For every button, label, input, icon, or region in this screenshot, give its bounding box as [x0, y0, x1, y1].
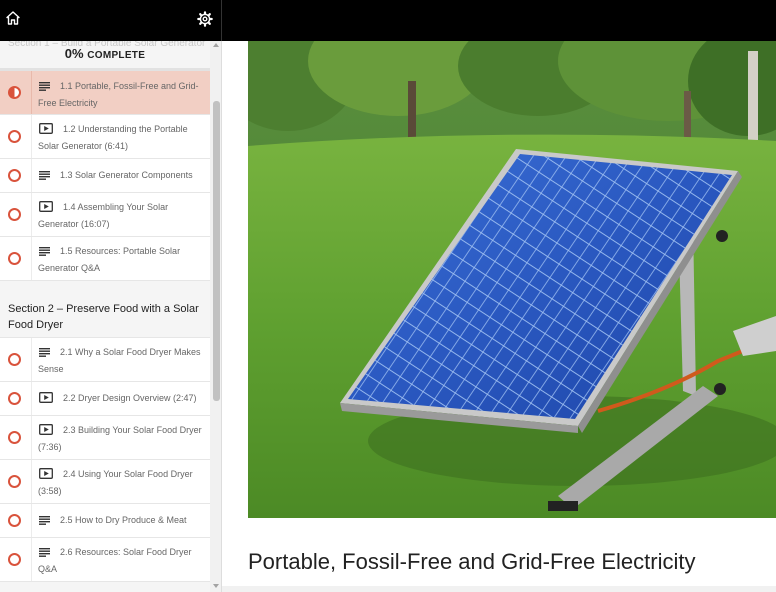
lecture-item-1-3[interactable]: 1.3 Solar Generator Components — [0, 159, 210, 193]
lecture-title: 2.4 Using Your Solar Food Dryer (3:58) — [38, 468, 193, 496]
not-started-status-icon — [8, 252, 21, 265]
sidebar-header — [0, 0, 222, 41]
lecture-title: 2.6 Resources: Solar Food Dryer Q&A — [38, 547, 192, 574]
top-bar — [0, 0, 776, 41]
lecture-item-2-1[interactable]: 2.1 Why a Solar Food Dryer Makes Sense — [0, 338, 210, 382]
progress-percent: 0% — [64, 46, 84, 61]
lecture-content: Portable, Fossil-Free and Grid-Free Elec… — [222, 41, 776, 592]
lecture-item-1-5[interactable]: 1.5 Resources: Portable Solar Generator … — [0, 237, 210, 281]
sidebar-scrollbar[interactable] — [210, 41, 221, 592]
progress-bar — [0, 68, 210, 71]
lecture-item-2-3[interactable]: 2.3 Building Your Solar Food Dryer (7:36… — [0, 416, 210, 460]
gear-icon[interactable] — [197, 11, 213, 27]
lecture-item-1-4[interactable]: 1.4 Assembling Your Solar Generator (16:… — [0, 193, 210, 237]
lecture-item-1-1[interactable]: 1.1 Portable, Fossil-Free and Grid-Free … — [0, 71, 210, 115]
lecture-title: 1.1 Portable, Fossil-Free and Grid-Free … — [38, 81, 199, 108]
not-started-status-icon — [8, 475, 21, 488]
video-lesson-icon — [39, 123, 53, 139]
text-lesson-icon — [39, 246, 50, 261]
scroll-down-arrow-icon[interactable] — [213, 584, 219, 588]
not-started-status-icon — [8, 553, 21, 566]
not-started-status-icon — [8, 431, 21, 444]
not-started-status-icon — [8, 208, 21, 221]
not-started-status-icon — [8, 392, 21, 405]
video-lesson-icon — [39, 392, 53, 408]
not-started-status-icon — [8, 353, 21, 366]
lecture-hero-image — [248, 41, 776, 518]
not-started-status-icon — [8, 169, 21, 182]
not-started-status-icon — [8, 514, 21, 527]
video-lesson-icon — [39, 468, 53, 484]
section-title: Section 2 – Preserve Food with a Solar F… — [0, 281, 210, 338]
home-icon[interactable] — [6, 11, 20, 25]
lecture-title: 1.5 Resources: Portable Solar Generator … — [38, 246, 181, 273]
text-lesson-icon — [39, 347, 50, 362]
lecture-item-2-4[interactable]: 2.4 Using Your Solar Food Dryer (3:58) — [0, 460, 210, 504]
lecture-title: 1.3 Solar Generator Components — [38, 168, 204, 185]
scrollbar-thumb[interactable] — [213, 101, 220, 401]
lecture-item-2-5[interactable]: 2.5 How to Dry Produce & Meat — [0, 504, 210, 538]
lecture-title: 2.1 Why a Solar Food Dryer Makes Sense — [38, 347, 201, 374]
lecture-title: 1.2 Understanding the Portable Solar Gen… — [38, 123, 188, 151]
not-started-status-icon — [8, 130, 21, 143]
progress-label: 0% COMPLETE — [0, 46, 210, 61]
text-lesson-icon — [39, 515, 50, 530]
lecture-title: 1.4 Assembling Your Solar Generator (16:… — [38, 201, 169, 229]
scroll-up-arrow-icon[interactable] — [213, 43, 219, 47]
lecture-title: 2.5 How to Dry Produce & Meat — [38, 513, 204, 530]
lecture-item-2-2[interactable]: 2.2 Dryer Design Overview (2:47) — [0, 382, 210, 416]
in-progress-status-icon — [8, 86, 21, 99]
lecture-item-2-6[interactable]: 2.6 Resources: Solar Food Dryer Q&A — [0, 538, 210, 582]
text-lesson-icon — [39, 170, 50, 185]
lecture-item-1-2[interactable]: 1.2 Understanding the Portable Solar Gen… — [0, 115, 210, 159]
lecture-list: 1.1 Portable, Fossil-Free and Grid-Free … — [0, 71, 210, 582]
text-lesson-icon — [39, 81, 50, 96]
horizontal-scrollbar[interactable] — [222, 586, 776, 592]
lecture-title: 2.3 Building Your Solar Food Dryer (7:36… — [38, 424, 202, 452]
video-lesson-icon — [39, 201, 53, 217]
text-lesson-icon — [39, 547, 50, 562]
progress-complete-label: COMPLETE — [87, 50, 146, 61]
video-lesson-icon — [39, 424, 53, 440]
lecture-title: 2.2 Dryer Design Overview (2:47) — [38, 391, 204, 408]
course-progress: Section 1 – Build a Portable Solar Gener… — [0, 41, 210, 71]
course-sidebar: Section 1 – Build a Portable Solar Gener… — [0, 41, 222, 592]
lesson-title: Portable, Fossil-Free and Grid-Free Elec… — [248, 549, 696, 574]
